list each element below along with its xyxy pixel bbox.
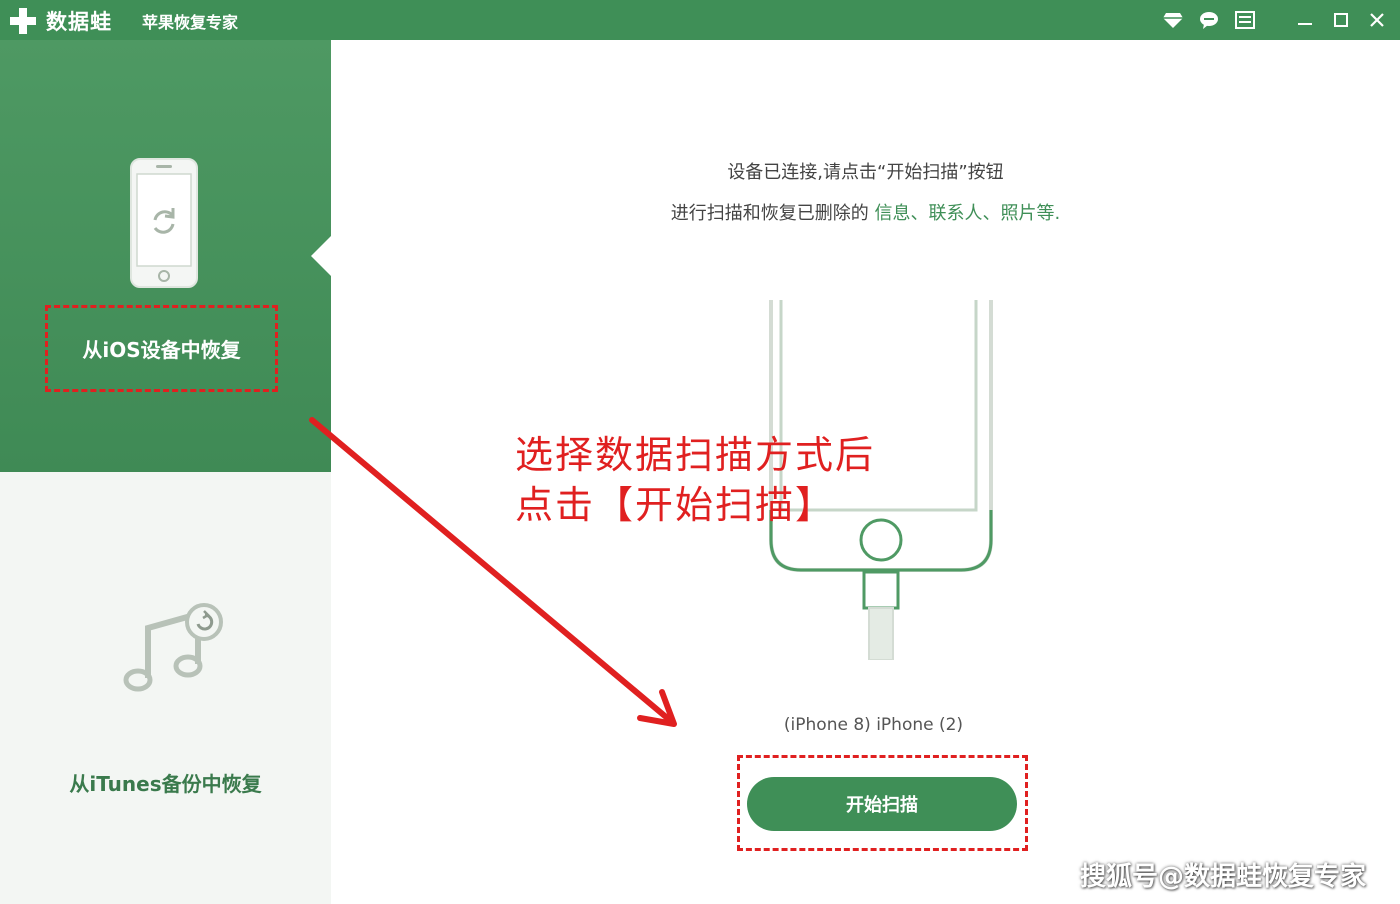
title-bar: 数据蛙 苹果恢复专家 [0, 0, 1400, 40]
annotation-line-1: 选择数据扫描方式后 [515, 433, 876, 477]
sidebar-item-itunes-backup[interactable]: 从iTunes备份中恢复 [0, 472, 331, 904]
instruction-line-2-highlight: 信息、联系人、照片等. [874, 203, 1061, 224]
minimize-icon[interactable] [1294, 9, 1316, 31]
sidebar-item-label: 从iOS设备中恢复 [82, 338, 241, 362]
watermark: 搜狐号@数据蛙恢复专家 [1079, 862, 1366, 892]
app-name: 数据蛙 [46, 10, 112, 34]
annotation-line-2: 点击【开始扫描】 [515, 483, 836, 527]
maximize-icon[interactable] [1330, 9, 1352, 31]
title-bar-controls [1162, 4, 1388, 36]
sidebar: 从iOS设备中恢复 从iTunes备份中恢复 [0, 40, 331, 904]
sidebar-item-label: 从iTunes备份中恢复 [69, 772, 262, 796]
music-restore-icon [123, 603, 223, 692]
app-subtitle: 苹果恢复专家 [142, 13, 239, 32]
phone-restore-icon [130, 158, 198, 288]
menu-icon[interactable] [1234, 9, 1256, 31]
close-icon[interactable] [1366, 9, 1388, 31]
instruction-line-2-prefix: 进行扫描和恢复已删除的 [670, 203, 869, 224]
logo-plus-icon [10, 8, 36, 34]
annotation-text: 选择数据扫描方式后 点击【开始扫描】 [515, 430, 875, 530]
active-indicator [311, 236, 331, 276]
instruction-line-2: 进行扫描和恢复已删除的 信息、联系人、照片等. [331, 199, 1400, 225]
sidebar-item-ios-device[interactable]: 从iOS设备中恢复 [0, 40, 331, 472]
chat-icon[interactable] [1198, 9, 1220, 31]
instruction-line-1: 设备已连接,请点击“开始扫描”按钮 [727, 162, 1004, 183]
diamond-icon[interactable] [1162, 9, 1184, 31]
start-scan-button[interactable]: 开始扫描 [747, 777, 1017, 831]
